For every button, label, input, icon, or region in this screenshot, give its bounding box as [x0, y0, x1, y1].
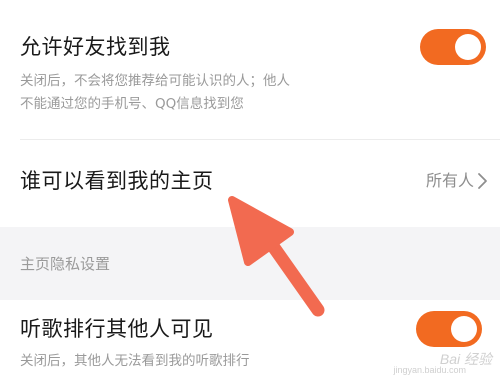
toggle-knob: [451, 316, 477, 342]
toggle-knob: [455, 34, 481, 60]
allow-find-toggle[interactable]: [420, 29, 486, 65]
homepage-visibility-title: 谁可以看到我的主页: [20, 169, 214, 193]
allow-find-desc-line1: 关闭后，不会将您推荐给可能认识的人；他人: [20, 73, 290, 89]
row-divider: [20, 139, 500, 140]
ranking-visible-title: 听歌排行其他人可见: [20, 317, 214, 341]
ranking-visible-desc-line1: 关闭后，其他人无法看到我的听歌排行: [20, 353, 250, 369]
allow-find-desc-line2: 不能通过您的手机号、QQ信息找到您: [20, 96, 244, 112]
ranking-visible-toggle[interactable]: [416, 311, 482, 347]
chevron-right-icon: [478, 173, 487, 189]
homepage-visibility-value: 所有人: [425, 171, 474, 190]
allow-find-title: 允许好友找到我: [20, 35, 171, 59]
watermark-url: jingyan.baidu.com: [393, 365, 466, 375]
section-label-homepage-privacy: 主页隐私设置: [20, 255, 111, 273]
